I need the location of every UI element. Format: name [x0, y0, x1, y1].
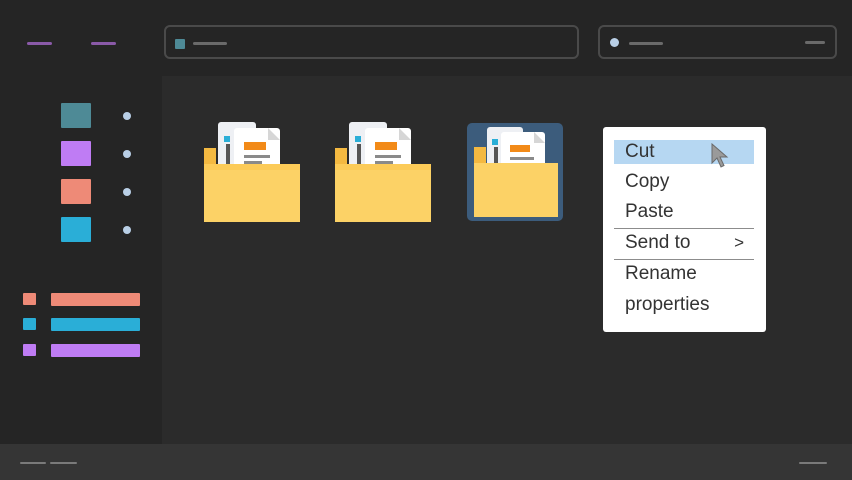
sidebar-item-salmon[interactable]: [61, 179, 91, 204]
tab-1[interactable]: [27, 42, 52, 45]
menu-separator: [614, 259, 754, 260]
menu-item-paste[interactable]: Paste: [614, 200, 754, 224]
menu-item-cut[interactable]: Cut: [614, 140, 754, 164]
sidebar-list-item[interactable]: [51, 344, 140, 357]
sidebar-indicator: [123, 188, 131, 196]
sidebar-indicator: [123, 226, 131, 234]
status-text: [799, 462, 827, 464]
search-icon: [610, 38, 619, 47]
address-placeholder: [193, 42, 227, 45]
folder-icon: [204, 122, 300, 222]
folder-icon: [474, 127, 558, 217]
folder-item[interactable]: [204, 122, 300, 222]
status-bar: [0, 444, 852, 480]
menu-item-properties[interactable]: properties: [614, 293, 754, 317]
menu-item-label: Send to: [625, 232, 691, 253]
sidebar-item-blue[interactable]: [61, 217, 91, 242]
menu-item-label: Copy: [625, 171, 670, 192]
mouse-cursor-icon: [711, 143, 729, 168]
chevron-right-icon: >: [734, 233, 744, 252]
sidebar-indicator: [123, 150, 131, 158]
folder-icon: [335, 122, 431, 222]
sidebar-item-purple[interactable]: [61, 141, 91, 166]
sidebar-list-item[interactable]: [51, 293, 140, 306]
menu-item-label: Cut: [625, 141, 655, 162]
tab-2[interactable]: [91, 42, 116, 45]
menu-item-rename[interactable]: Rename: [614, 262, 754, 286]
sidebar-indicator: [123, 112, 131, 120]
list-icon: [23, 318, 36, 330]
menu-item-label: properties: [625, 294, 710, 315]
context-menu: Cut Copy Paste Send to > Rename properti…: [603, 127, 766, 332]
list-icon: [23, 344, 36, 356]
search-input[interactable]: [598, 25, 837, 59]
folder-icon: [175, 39, 185, 49]
folder-item-selected[interactable]: [467, 123, 563, 221]
menu-item-label: Rename: [625, 263, 697, 284]
status-text: [50, 462, 77, 464]
list-icon: [23, 293, 36, 305]
search-placeholder: [629, 42, 663, 45]
sidebar-list-item[interactable]: [51, 318, 140, 331]
folder-item[interactable]: [335, 122, 431, 222]
status-text: [20, 462, 46, 464]
sidebar: [0, 76, 162, 444]
sidebar-item-teal[interactable]: [61, 103, 91, 128]
menu-item-label: Paste: [625, 201, 674, 222]
menu-item-send-to[interactable]: Send to >: [614, 231, 754, 255]
address-bar[interactable]: [164, 25, 579, 59]
menu-item-copy[interactable]: Copy: [614, 170, 754, 194]
search-menu-icon[interactable]: [805, 41, 825, 44]
menu-separator: [614, 228, 754, 229]
